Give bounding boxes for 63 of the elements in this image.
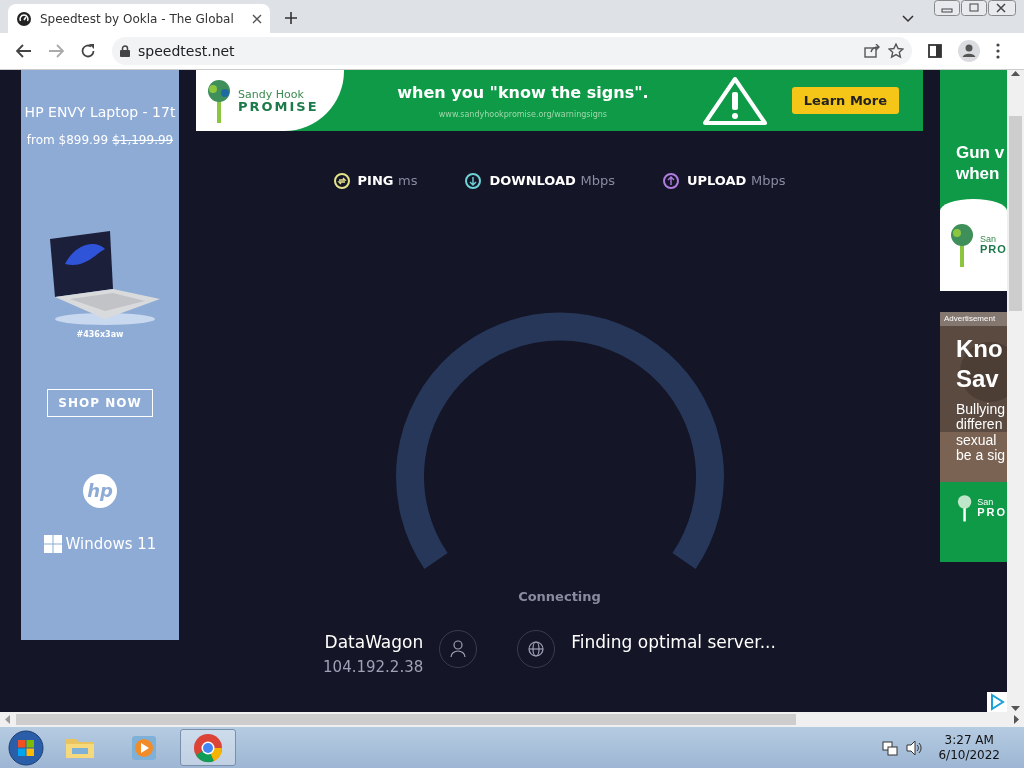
tree-icon: [948, 222, 976, 267]
back-icon[interactable]: [16, 44, 32, 58]
address-bar[interactable]: speedtest.net: [112, 37, 912, 65]
brand-subtitle: PRO: [980, 243, 1007, 255]
brand-subtitle: PROMISE: [238, 99, 319, 113]
ad-text: when: [956, 163, 1001, 185]
ip-address: 104.192.2.38: [323, 656, 424, 678]
brand-subtitle: PRO: [977, 506, 1007, 518]
share-icon[interactable]: [864, 44, 880, 58]
browser-tab[interactable]: Speedtest by Ookla - The Global: [8, 4, 270, 33]
learn-more-button[interactable]: Learn More: [791, 86, 899, 115]
metric-label: PING ms: [357, 172, 418, 190]
person-icon: [439, 630, 478, 668]
reload-icon[interactable]: [80, 43, 96, 59]
side-panel-icon[interactable]: [928, 44, 942, 58]
chevron-down-icon[interactable]: [902, 15, 914, 23]
ad-text: be a sig: [956, 448, 1007, 464]
scrollbar-thumb[interactable]: [1009, 116, 1022, 311]
os-name: Windows 11: [65, 534, 157, 555]
ad-text: sexual: [956, 432, 998, 449]
profile-icon[interactable]: [958, 40, 980, 62]
clock-date: 6/10/2022: [938, 747, 1000, 763]
url-text: speedtest.net: [138, 41, 235, 61]
isp-name: DataWagon: [324, 631, 424, 654]
menu-icon[interactable]: [996, 43, 1000, 59]
scroll-right-icon[interactable]: [1014, 715, 1020, 724]
ad-title: HP ENVY Laptop - 17t: [24, 103, 176, 122]
banner-headline: when you "know the signs".: [397, 81, 649, 104]
adchoices-icon[interactable]: [987, 692, 1007, 712]
old-price: $1,199.99: [112, 132, 174, 149]
chrome-taskbar-button[interactable]: [180, 729, 236, 766]
warning-icon: [701, 75, 768, 126]
product-code: #436x3aw: [76, 329, 124, 341]
clock-time: 3:27 AM: [944, 732, 994, 748]
windows-logo-icon: [43, 535, 62, 554]
globe-icon: [517, 630, 556, 668]
metric-label: UPLOAD Mbps: [686, 172, 786, 190]
ad-label: Advertisement: [940, 312, 1007, 326]
hp-logo: hp: [82, 473, 118, 509]
network-icon[interactable]: [882, 739, 899, 756]
ad-text: Gun v: [956, 142, 1006, 164]
banner-url: www.sandyhookpromise.org/warningsigns: [438, 108, 607, 121]
star-icon[interactable]: [888, 43, 904, 59]
server-status: Finding optimal server...: [571, 631, 776, 654]
close-icon[interactable]: [252, 13, 262, 24]
ad-text: differen: [956, 417, 1003, 433]
brand-name: Sandy Hook: [238, 88, 304, 100]
window-controls-icon[interactable]: [934, 0, 1016, 17]
volume-icon[interactable]: [906, 739, 923, 756]
ad-price: from $899.99: [26, 132, 109, 149]
metric-label: DOWNLOAD Mbps: [489, 172, 615, 190]
lock-icon: [120, 45, 130, 57]
tab-title: Speedtest by Ookla - The Global: [40, 10, 235, 28]
status-text: Connecting: [517, 587, 602, 606]
site-icon: [16, 10, 32, 27]
brand-name: San: [980, 234, 997, 244]
brand-name: San: [977, 497, 995, 507]
ad-headline: Sav: [956, 364, 1000, 394]
ad-headline: Kno: [956, 334, 1004, 364]
ad-text: Bullying: [956, 402, 1007, 418]
new-tab-icon[interactable]: [284, 11, 298, 25]
start-button-icon[interactable]: [8, 729, 44, 766]
scrollbar-thumb[interactable]: [16, 714, 796, 725]
